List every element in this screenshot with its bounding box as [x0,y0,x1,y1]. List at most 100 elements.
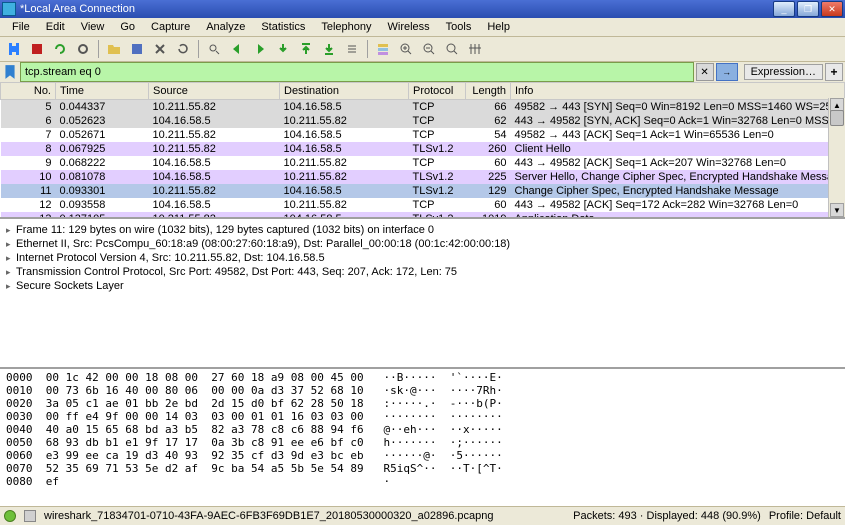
minimize-button[interactable]: _ [773,1,795,17]
pkt-cell-no: 6 [1,114,56,128]
pkt-cell-no: 9 [1,156,56,170]
maximize-button[interactable]: ❐ [797,1,819,17]
packet-details-pane[interactable]: ▸Frame 11: 129 bytes on wire (1032 bits)… [0,219,845,369]
packet-row[interactable]: 120.093558104.16.58.510.211.55.82TCP6044… [1,198,845,212]
pkt-cell-info: 49582 → 443 [ACK] Seq=1 Ack=1 Win=65536 … [511,128,845,142]
filter-apply-button[interactable]: → [716,63,738,81]
packet-row[interactable]: 80.06792510.211.55.82104.16.58.5TLSv1.22… [1,142,845,156]
expert-info-icon[interactable] [4,510,16,522]
close-button[interactable]: ✕ [821,1,843,17]
packet-row[interactable]: 70.05267110.211.55.82104.16.58.5TCP54495… [1,128,845,142]
scroll-thumb[interactable] [830,110,844,126]
pkt-cell-time: 0.052671 [56,128,149,142]
expand-arrow-icon[interactable]: ▸ [6,279,16,293]
pkt-cell-proto: TLSv1.2 [409,170,466,184]
detail-row[interactable]: ▸Secure Sockets Layer [6,279,839,293]
menu-help[interactable]: Help [479,19,518,35]
packet-row[interactable]: 50.04433710.211.55.82104.16.58.5TCP66495… [1,100,845,115]
status-packets: Packets: 493 · Displayed: 448 (90.9%) [573,510,761,522]
packet-bytes-pane[interactable]: 0000 00 1c 42 00 00 18 08 00 27 60 18 a9… [0,369,845,506]
col-protocol-header[interactable]: Protocol [409,83,466,100]
detail-text: Transmission Control Protocol, Src Port:… [16,265,457,279]
pkt-cell-info: 443 → 49582 [ACK] Seq=1 Ack=207 Win=3276… [511,156,845,170]
scroll-down-icon[interactable]: ▼ [830,203,844,217]
detail-row[interactable]: ▸Frame 11: 129 bytes on wire (1032 bits)… [6,223,839,237]
packet-row[interactable]: 90.068222104.16.58.510.211.55.82TCP60443… [1,156,845,170]
last-button[interactable] [319,39,339,59]
toolbar [0,37,845,62]
col-no-header[interactable]: No. [1,83,56,100]
pkt-cell-time: 0.093301 [56,184,149,198]
window-titlebar: *Local Area Connection _ ❐ ✕ [0,0,845,18]
zoom-reset-button[interactable] [442,39,462,59]
zoom-out-button[interactable] [419,39,439,59]
pkt-cell-info: 443 → 49582 [SYN, ACK] Seq=0 Ack=1 Win=3… [511,114,845,128]
pkt-cell-len: 1019 [466,212,511,219]
filter-expression-button[interactable]: Expression… [744,64,823,80]
col-time-header[interactable]: Time [56,83,149,100]
status-profile[interactable]: Profile: Default [769,510,841,522]
save-file-button[interactable] [127,39,147,59]
pkt-cell-src: 104.16.58.5 [149,170,280,184]
menu-statistics[interactable]: Statistics [253,19,313,35]
pkt-cell-len: 66 [466,100,511,115]
stop-capture-button[interactable] [27,39,47,59]
pkt-cell-proto: TCP [409,128,466,142]
filter-add-button[interactable]: + [825,63,843,81]
pkt-cell-proto: TCP [409,114,466,128]
menu-file[interactable]: File [4,19,38,35]
menu-wireless[interactable]: Wireless [380,19,438,35]
restart-capture-button[interactable] [50,39,70,59]
col-length-header[interactable]: Length [466,83,511,100]
menu-capture[interactable]: Capture [143,19,198,35]
window-title: *Local Area Connection [20,3,773,15]
menu-telephony[interactable]: Telephony [313,19,379,35]
close-file-button[interactable] [150,39,170,59]
packet-list-pane[interactable]: No. Time Source Destination Protocol Len… [0,82,845,219]
pkt-cell-proto: TLSv1.2 [409,212,466,219]
menu-tools[interactable]: Tools [438,19,480,35]
reload-button[interactable] [173,39,193,59]
colorize-button[interactable] [373,39,393,59]
first-button[interactable] [296,39,316,59]
detail-row[interactable]: ▸Ethernet II, Src: PcsCompu_60:18:a9 (08… [6,237,839,251]
packet-list-scrollbar[interactable]: ▲ ▼ [828,98,845,217]
packet-row[interactable]: 130.13710510.211.55.82104.16.58.5TLSv1.2… [1,212,845,219]
col-source-header[interactable]: Source [149,83,280,100]
menu-view[interactable]: View [73,19,113,35]
options-button[interactable] [73,39,93,59]
prev-button[interactable] [227,39,247,59]
expand-arrow-icon[interactable]: ▸ [6,237,16,251]
goto-button[interactable] [273,39,293,59]
menu-analyze[interactable]: Analyze [198,19,253,35]
wireshark-icon [2,2,16,16]
display-filter-input[interactable] [20,62,694,82]
filter-bookmark-icon[interactable] [2,64,18,80]
detail-row[interactable]: ▸Transmission Control Protocol, Src Port… [6,265,839,279]
expand-arrow-icon[interactable]: ▸ [6,265,16,279]
expand-arrow-icon[interactable]: ▸ [6,223,16,237]
pkt-cell-info: Change Cipher Spec, Encrypted Handshake … [511,184,845,198]
detail-row[interactable]: ▸Internet Protocol Version 4, Src: 10.21… [6,251,839,265]
packet-row[interactable]: 110.09330110.211.55.82104.16.58.5TLSv1.2… [1,184,845,198]
next-button[interactable] [250,39,270,59]
filter-clear-button[interactable]: ✕ [696,63,714,81]
pkt-cell-dst: 104.16.58.5 [280,142,409,156]
resize-columns-button[interactable] [465,39,485,59]
pkt-cell-proto: TCP [409,198,466,212]
status-bar: wireshark_71834701-0710-43FA-9AEC-6FB3F6… [0,506,845,525]
menu-edit[interactable]: Edit [38,19,73,35]
autoscroll-button[interactable] [342,39,362,59]
pkt-cell-dst: 10.211.55.82 [280,156,409,170]
start-capture-button[interactable] [4,39,24,59]
packet-row[interactable]: 60.052623104.16.58.510.211.55.82TCP62443… [1,114,845,128]
col-info-header[interactable]: Info [511,83,845,100]
open-file-button[interactable] [104,39,124,59]
find-button[interactable] [204,39,224,59]
expand-arrow-icon[interactable]: ▸ [6,251,16,265]
pkt-cell-time: 0.044337 [56,100,149,115]
packet-row[interactable]: 100.081078104.16.58.510.211.55.82TLSv1.2… [1,170,845,184]
col-destination-header[interactable]: Destination [280,83,409,100]
menu-go[interactable]: Go [112,19,143,35]
zoom-in-button[interactable] [396,39,416,59]
